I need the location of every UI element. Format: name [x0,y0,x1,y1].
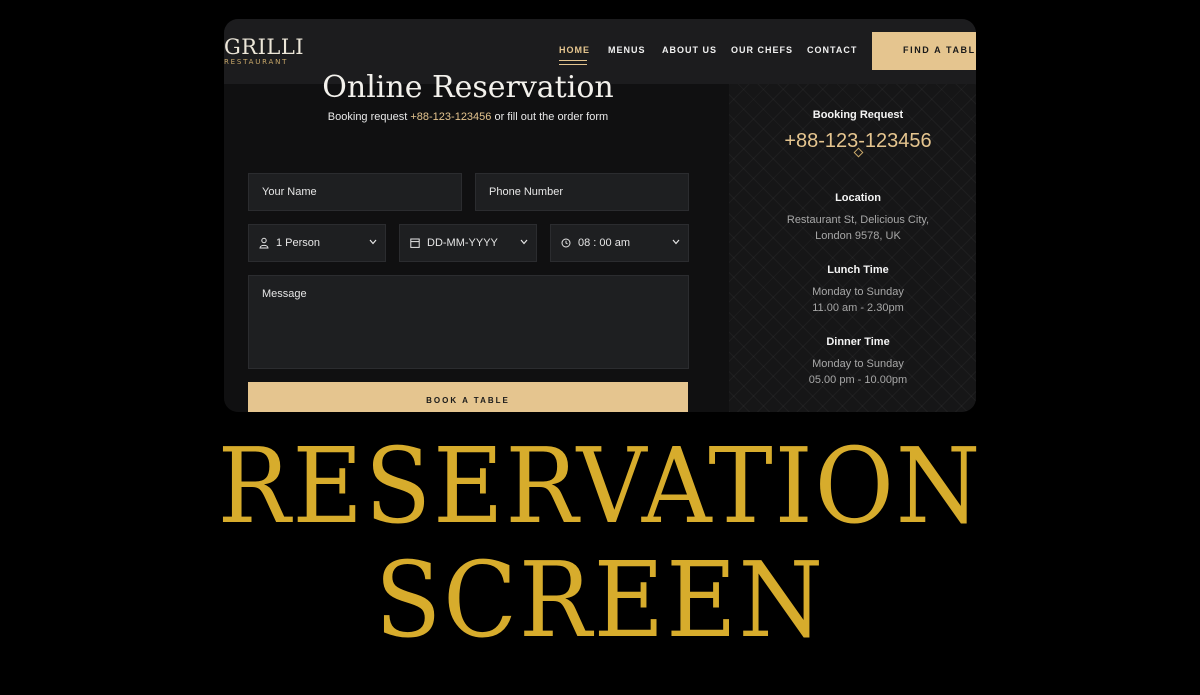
name-input[interactable]: Your Name [248,173,462,211]
time-select[interactable]: 08 : 00 am [550,224,689,262]
find-a-table-label: FIND A TABLE [903,45,976,55]
contact-info-panel: Booking Request +88-123-123456 Location … [729,84,976,412]
nav-menus[interactable]: MENUS [608,45,646,55]
subline-suffix: or fill out the order form [491,111,609,123]
message-placeholder: Message [262,288,307,300]
booking-request-title: Booking Request [812,109,904,121]
booking-phone[interactable]: +88-123-123456 [729,130,976,153]
book-a-table-label: BOOK A TABLE [426,396,510,405]
find-a-table-button[interactable]: FIND A TABLE [872,32,976,70]
user-icon [259,237,269,249]
caption-line-2: SCREEN [374,539,826,661]
caption-line-1: RESERVATION [217,425,983,547]
nav-contact[interactable]: CONTACT [807,45,857,55]
book-a-table-button[interactable]: BOOK A TABLE [248,382,688,412]
nav-about-us[interactable]: ABOUT US [662,45,717,55]
persons-value: 1 Person [276,237,321,249]
name-placeholder: Your Name [262,186,317,198]
clock-icon [561,238,571,248]
date-value: DD-MM-YYYY [427,237,498,249]
lunch-hours: 11.00 am - 2.30pm [812,302,904,314]
nav-home[interactable]: HOME [559,45,590,55]
booking-subline: Booking request +88-123-123456 or fill o… [224,111,712,123]
phone-input[interactable]: Phone Number [475,173,689,211]
reservation-screenshot: GRILLI RESTAURANT HOME MENUS ABOUT US OU… [224,19,976,412]
page-title: Online Reservation [322,70,614,105]
persons-select[interactable]: 1 Person [248,224,386,262]
location-title: Location [835,192,881,204]
dinner-hours: 05.00 pm - 10.00pm [808,374,908,386]
subline-prefix: Booking request [327,111,411,123]
date-select[interactable]: DD-MM-YYYY [399,224,537,262]
chevron-down-icon [520,239,528,245]
phone-placeholder: Phone Number [489,186,563,198]
nav-our-chefs[interactable]: OUR CHEFS [731,45,793,55]
nav-active-underline [559,60,587,65]
subline-phone-link[interactable]: +88-123-123456 [410,111,491,123]
reservation-form: Online Reservation Booking request +88-1… [224,70,729,412]
time-value: 08 : 00 am [578,237,630,249]
dinner-days: Monday to Sunday [812,358,904,370]
message-textarea[interactable]: Message [248,275,689,369]
dinner-time-title: Dinner Time [826,336,890,348]
logo[interactable]: GRILLI [224,34,304,60]
chevron-down-icon [672,239,680,245]
location-line-2: London 9578, UK [815,230,901,242]
chevron-down-icon [369,239,377,245]
logo-subtitle: RESTAURANT [224,58,289,66]
lunch-days: Monday to Sunday [812,286,904,298]
lunch-time-title: Lunch Time [827,264,889,276]
location-line-1: Restaurant St, Delicious City, [786,214,930,226]
calendar-icon [410,238,420,248]
